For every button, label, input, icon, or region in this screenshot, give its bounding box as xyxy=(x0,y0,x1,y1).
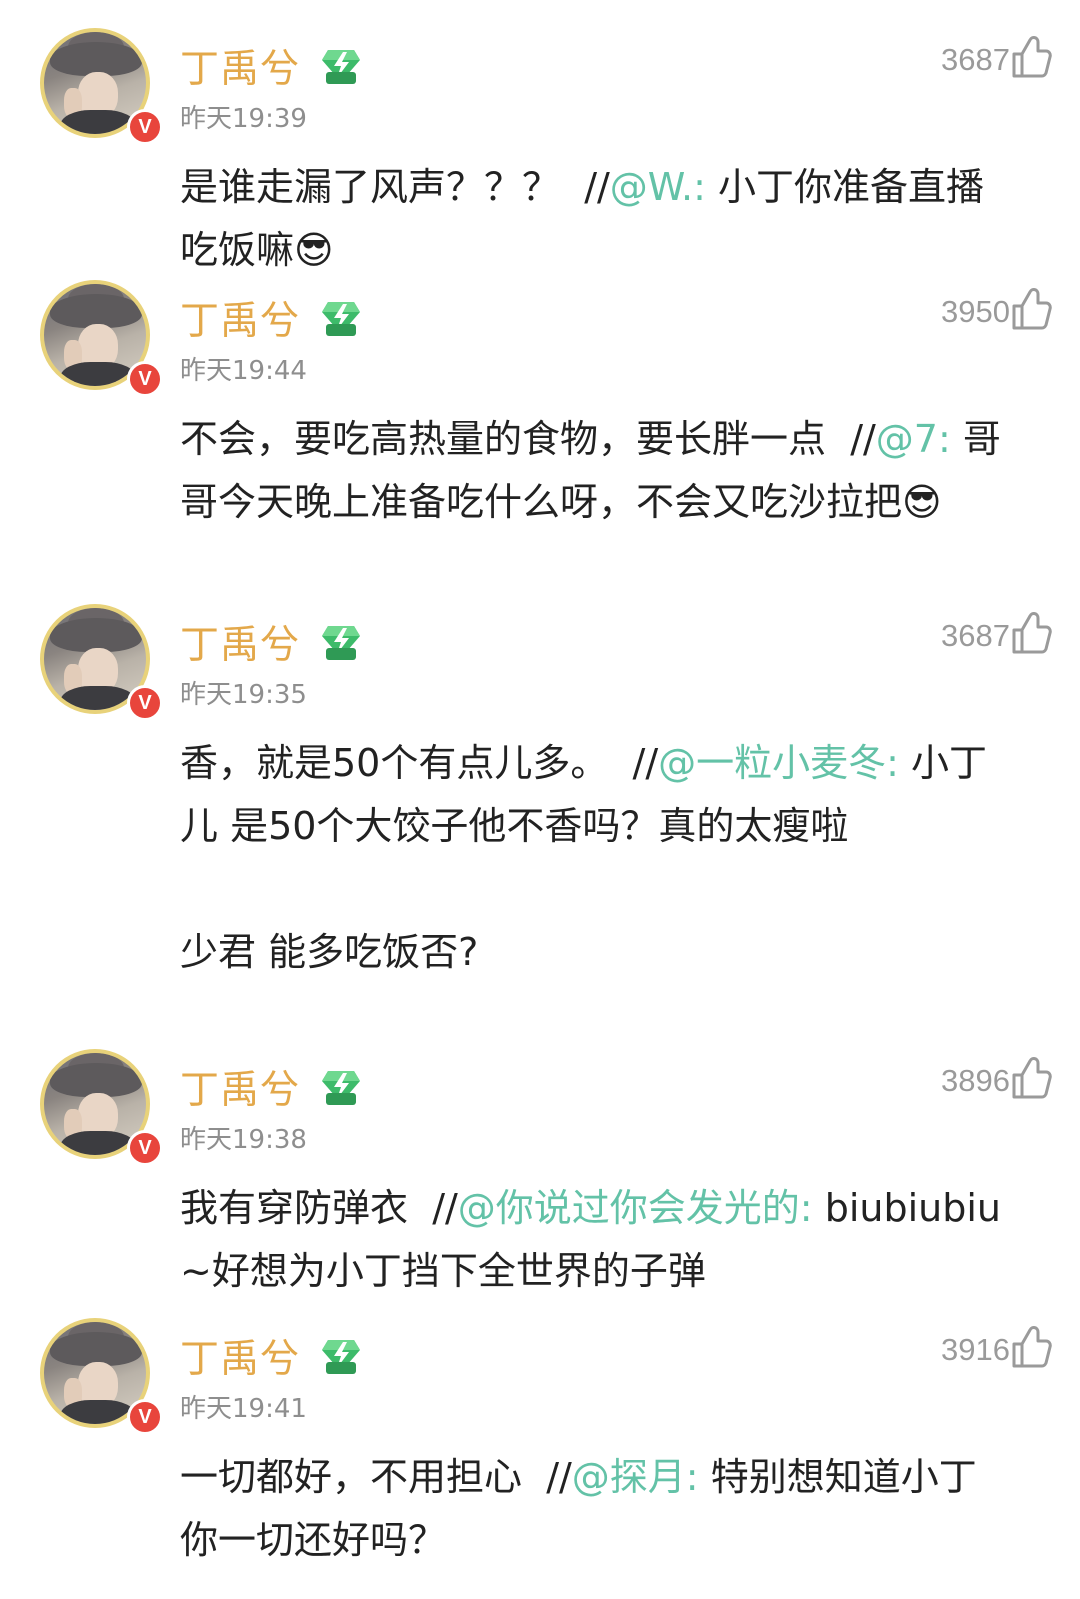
repost-separator: // xyxy=(632,741,659,785)
like-count: 3896 xyxy=(941,1063,1010,1098)
reply-text: 是谁走漏了风声？？？ xyxy=(180,165,561,209)
comment-text: 一切都好，不用担心 //@探月: 特别想知道小丁你一切还好吗？ xyxy=(180,1446,1010,1572)
level-badge-icon xyxy=(320,46,362,86)
username[interactable]: 丁禹兮 xyxy=(180,1328,300,1384)
comment-text: 不会，要吃高热量的食物，要长胖一点 //@7: 哥哥今天晚上准备吃什么呀，不会又… xyxy=(180,408,1010,534)
verified-badge-icon: V xyxy=(127,1399,163,1435)
like-count: 3950 xyxy=(941,294,1010,329)
thumbs-up-icon[interactable] xyxy=(1010,286,1052,332)
sunglasses-emoji-icon: 😎 xyxy=(294,228,334,272)
repost-separator: // xyxy=(850,417,876,461)
mention-link[interactable]: @你说过你会发光的: xyxy=(458,1186,813,1230)
username[interactable]: 丁禹兮 xyxy=(180,38,300,94)
mention-link[interactable]: @一粒小麦冬: xyxy=(658,741,899,785)
avatar[interactable]: V xyxy=(40,28,163,145)
like-count: 3916 xyxy=(941,1332,1010,1367)
comment-text: 香，就是50个有点儿多。 //@一粒小麦冬: 小丁儿 是50个大饺子他不香吗？真… xyxy=(180,732,1010,984)
comment-text: 是谁走漏了风声？？？ //@W.: 小丁你准备直播吃饭嘛😎 xyxy=(180,156,1010,282)
reply-text: 一切都好，不用担心 xyxy=(180,1455,523,1499)
reply-text: 不会，要吃高热量的食物，要长胖一点 xyxy=(180,417,827,461)
reply-text: 我有穿防弹衣 xyxy=(180,1186,409,1230)
avatar[interactable]: V xyxy=(40,1049,163,1166)
comment-timestamp: 昨天19:38 xyxy=(180,1125,307,1155)
level-badge-icon xyxy=(320,1336,362,1376)
comment-timestamp: 昨天19:35 xyxy=(180,680,307,710)
repost-separator: // xyxy=(432,1186,458,1230)
username[interactable]: 丁禹兮 xyxy=(180,1059,300,1115)
verified-badge-icon: V xyxy=(127,109,163,145)
reply-text: 香，就是50个有点儿多。 xyxy=(180,741,609,785)
verified-badge-icon: V xyxy=(127,361,163,397)
comment-timestamp: 昨天19:44 xyxy=(180,356,307,386)
thumbs-up-icon[interactable] xyxy=(1010,1324,1052,1370)
thumbs-up-icon[interactable] xyxy=(1010,1055,1052,1101)
verified-badge-icon: V xyxy=(127,685,163,721)
verified-badge-icon: V xyxy=(127,1130,163,1166)
avatar[interactable]: V xyxy=(40,604,163,721)
mention-link[interactable]: @探月: xyxy=(572,1455,699,1499)
comment-timestamp: 昨天19:41 xyxy=(180,1394,307,1424)
thumbs-up-icon[interactable] xyxy=(1010,610,1052,656)
level-badge-icon xyxy=(320,1067,362,1107)
repost-separator: // xyxy=(584,165,610,209)
like-count: 3687 xyxy=(941,618,1010,653)
level-badge-icon xyxy=(320,298,362,338)
level-badge-icon xyxy=(320,622,362,662)
username[interactable]: 丁禹兮 xyxy=(180,614,300,670)
comment-timestamp: 昨天19:39 xyxy=(180,104,307,134)
like-count: 3687 xyxy=(941,42,1010,77)
avatar[interactable]: V xyxy=(40,1318,163,1435)
comment-text: 我有穿防弹衣 //@你说过你会发光的: biubiubiu~好想为小丁挡下全世界… xyxy=(180,1177,1010,1303)
thumbs-up-icon[interactable] xyxy=(1010,34,1052,80)
sunglasses-emoji-icon: 😎 xyxy=(902,480,942,524)
avatar[interactable]: V xyxy=(40,280,163,397)
repost-separator: // xyxy=(546,1455,572,1499)
mention-link[interactable]: @W.: xyxy=(610,165,706,209)
mention-link[interactable]: @7: xyxy=(876,417,951,461)
username[interactable]: 丁禹兮 xyxy=(180,290,300,346)
